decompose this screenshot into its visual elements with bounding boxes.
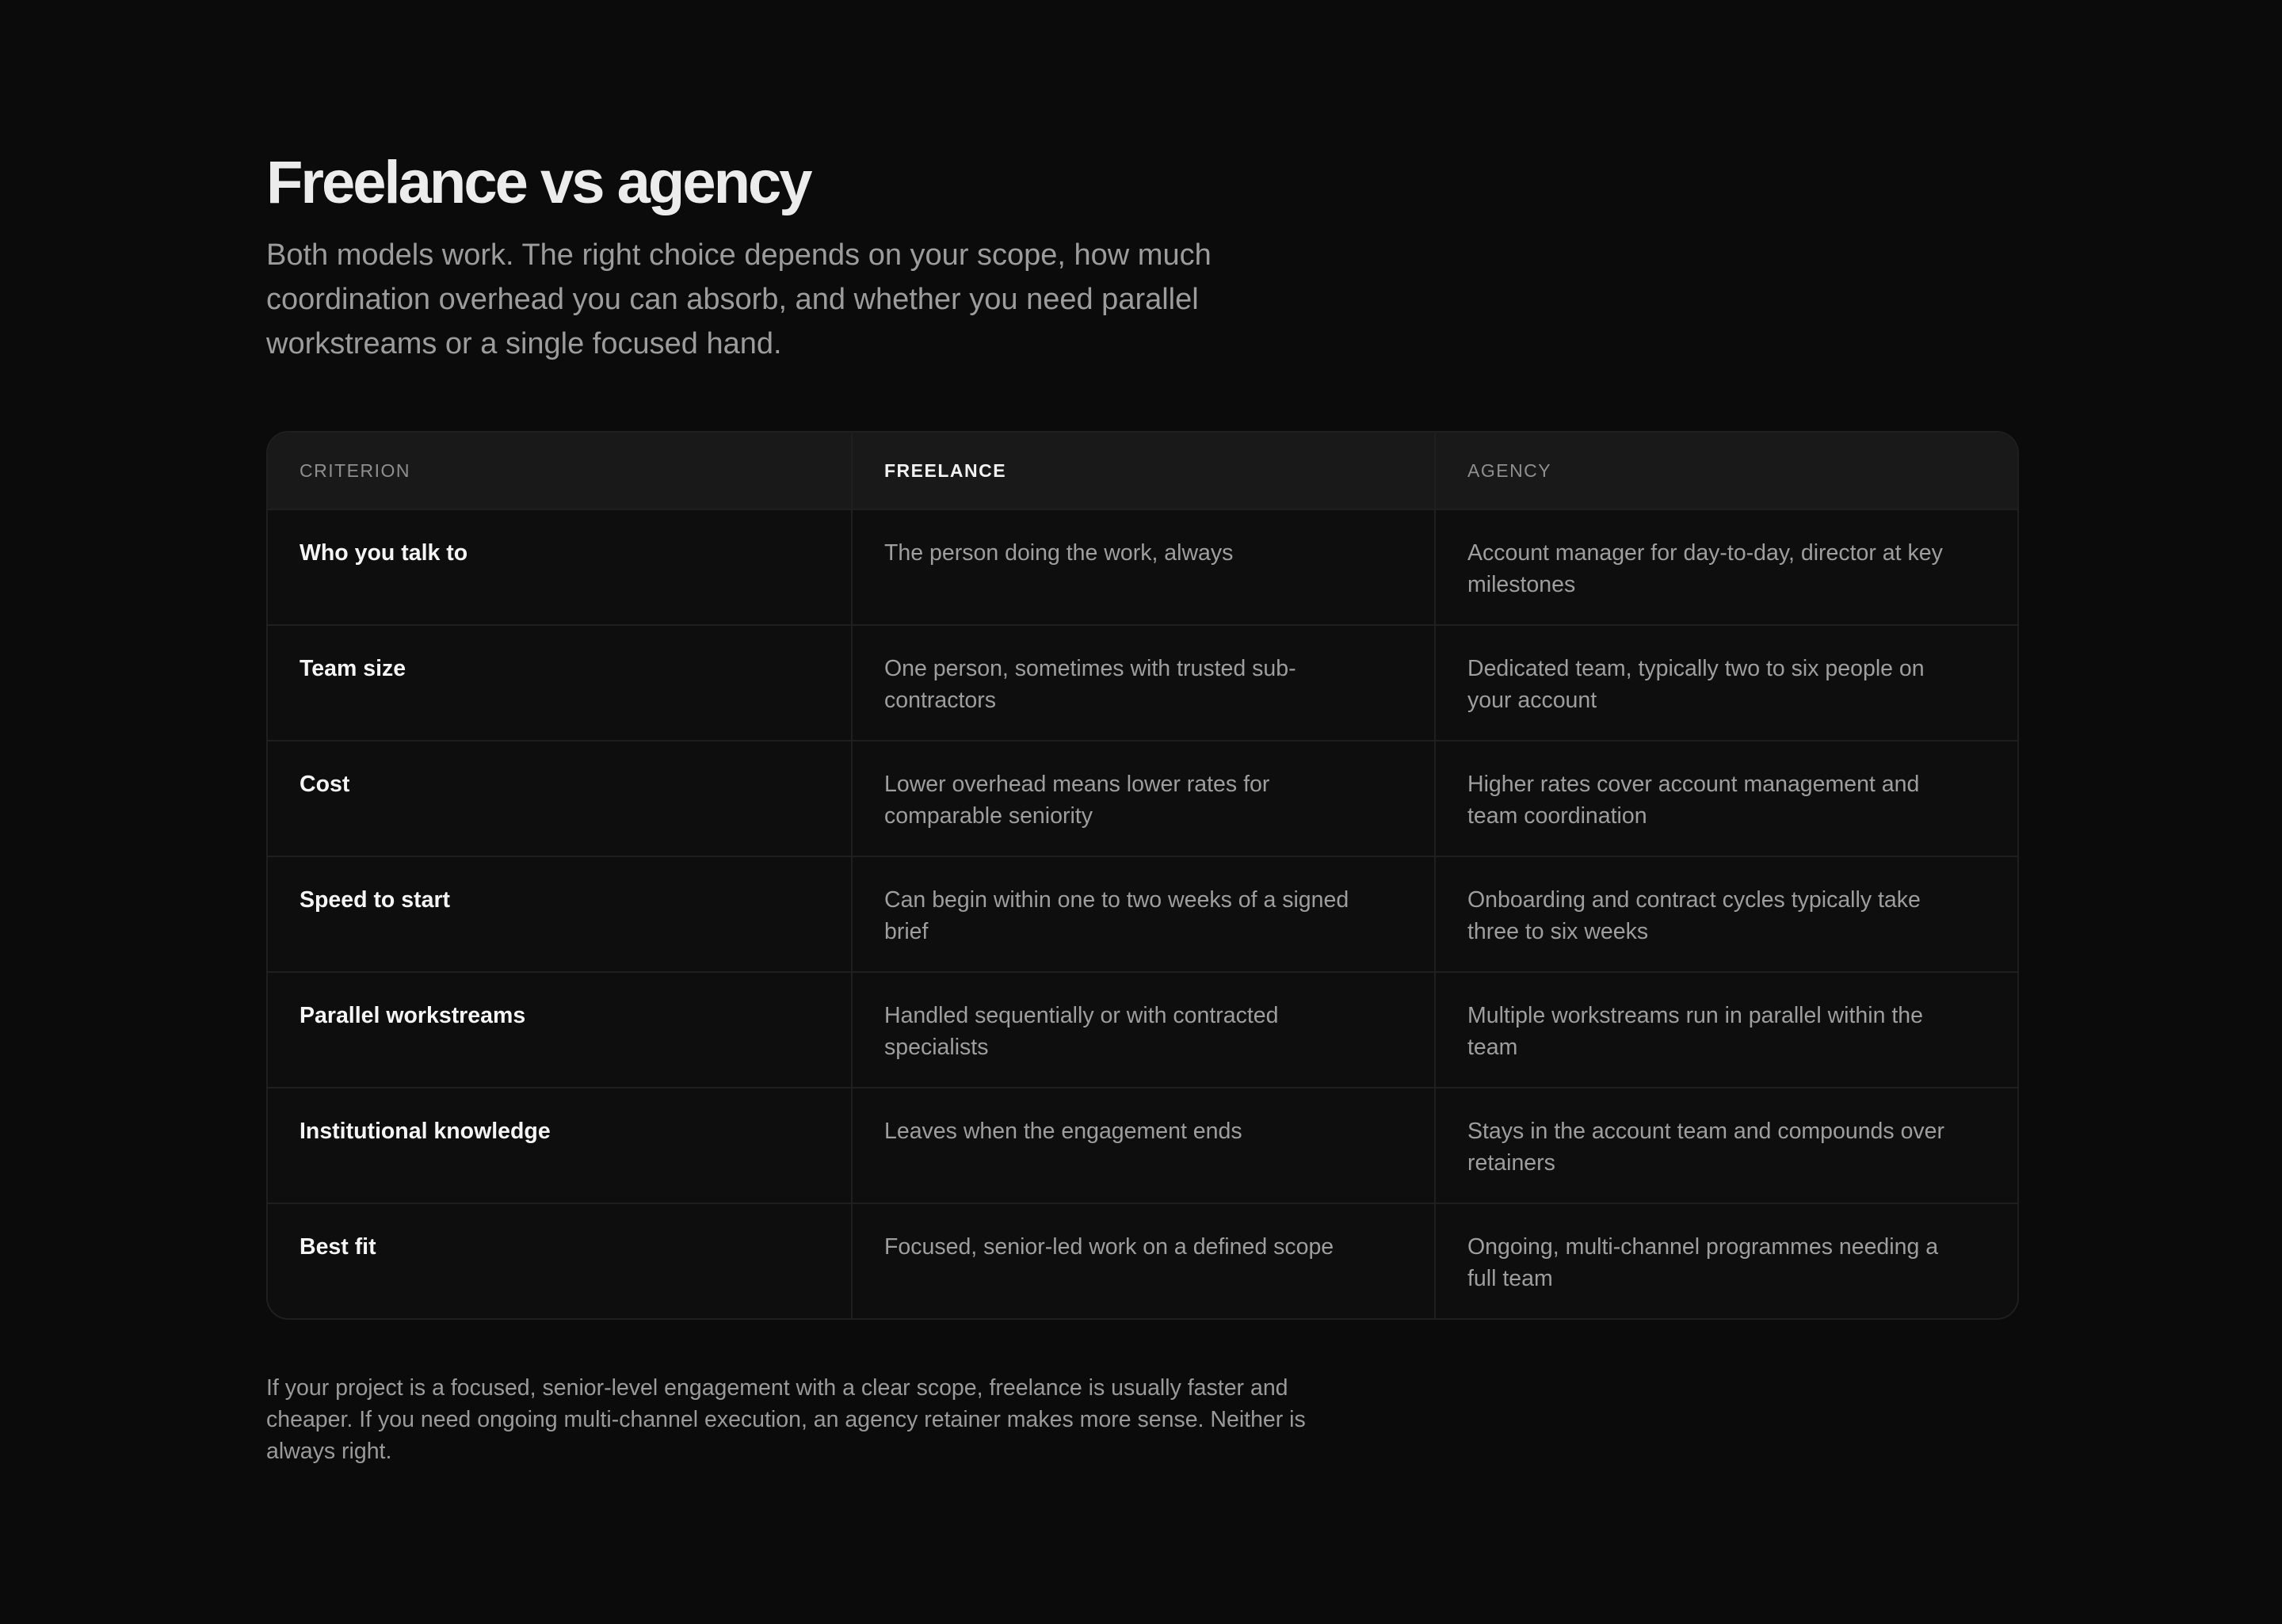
agency-cell: Dedicated team, typically two to six peo… [1434, 626, 2017, 740]
column-header-agency: Agency [1434, 433, 2017, 509]
freelance-cell: The person doing the work, always [851, 510, 1434, 624]
freelance-cell: One person, sometimes with trusted sub-c… [851, 626, 1434, 740]
summary-note: If your project is a focused, senior-lev… [266, 1375, 1306, 1464]
page-lede: Both models work. The right choice depen… [266, 238, 1212, 360]
table-row: Speed to start Can begin within one to t… [268, 856, 2017, 971]
freelance-cell: Lower overhead means lower rates for com… [851, 741, 1434, 856]
criterion-cell: Team size [300, 656, 406, 681]
column-header-criterion: Criterion [300, 459, 410, 481]
agency-cell: Multiple workstreams run in parallel wit… [1434, 973, 2017, 1087]
table-row: Cost Lower overhead means lower rates fo… [268, 740, 2017, 856]
criterion-cell: Who you talk to [300, 540, 468, 566]
freelance-cell: Can begin within one to two weeks of a s… [851, 857, 1434, 971]
agency-cell: Account manager for day-to-day, director… [1434, 510, 2017, 624]
criterion-cell: Cost [300, 772, 350, 797]
criterion-cell: Parallel workstreams [300, 1003, 526, 1028]
criterion-cell: Best fit [300, 1234, 376, 1260]
page: Freelance vs agency Both models work. Th… [0, 0, 2282, 1624]
table-row: Who you talk to The person doing the wor… [268, 509, 2017, 624]
table-row: Institutional knowledge Leaves when the … [268, 1087, 2017, 1203]
agency-cell: Higher rates cover account management an… [1434, 741, 2017, 856]
agency-cell: Stays in the account team and compounds … [1434, 1088, 2017, 1203]
criterion-cell: Institutional knowledge [300, 1119, 551, 1144]
comparison-table: Criterion Freelance Agency Who you talk … [266, 431, 2019, 1320]
freelance-cell: Leaves when the engagement ends [851, 1088, 1434, 1203]
freelance-cell: Handled sequentially or with contracted … [851, 973, 1434, 1087]
table-header-row: Criterion Freelance Agency [268, 433, 2017, 509]
table-row: Best fit Focused, senior-led work on a d… [268, 1203, 2017, 1318]
freelance-cell: Focused, senior-led work on a defined sc… [851, 1204, 1434, 1318]
table-row: Team size One person, sometimes with tru… [268, 624, 2017, 740]
agency-cell: Ongoing, multi-channel programmes needin… [1434, 1204, 2017, 1318]
column-header-freelance: Freelance [851, 433, 1434, 509]
page-title: Freelance vs agency [266, 149, 813, 216]
table-row: Parallel workstreams Handled sequentiall… [268, 971, 2017, 1087]
agency-cell: Onboarding and contract cycles typically… [1434, 857, 2017, 971]
criterion-cell: Speed to start [300, 887, 451, 913]
